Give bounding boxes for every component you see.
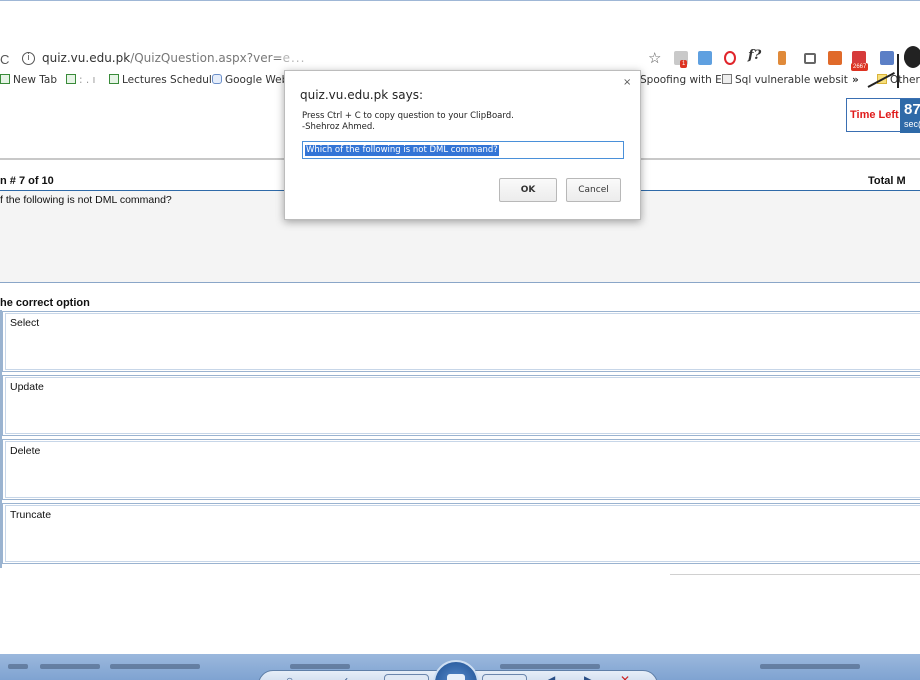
option-frame: Select: [5, 313, 920, 370]
close-icon[interactable]: ✕: [620, 673, 630, 680]
time-left-box: 87 sec(: [900, 99, 920, 133]
fb-icon[interactable]: [880, 51, 894, 65]
option-frame: Update: [5, 377, 920, 434]
cancel-button[interactable]: Cancel: [566, 178, 621, 202]
cursor-icon: [904, 46, 920, 68]
site-icon: [212, 74, 222, 84]
time-left-label: Time Left: [850, 109, 899, 121]
option-label: Truncate: [10, 509, 52, 521]
question-number: n # 7 of 10: [0, 175, 54, 187]
sheet-icon: [66, 74, 76, 84]
apps-icon: [0, 74, 10, 84]
time-left-value: 87: [904, 101, 920, 118]
option-label: Update: [10, 381, 44, 393]
time-left-unit: sec(: [904, 119, 920, 129]
taskbar-item[interactable]: [500, 664, 600, 669]
sheet-icon: [109, 74, 119, 84]
url-obscured: e...: [282, 51, 306, 65]
close-icon[interactable]: ×: [623, 77, 631, 88]
option-label: Select: [10, 317, 40, 329]
pdf-icon[interactable]: [698, 51, 712, 65]
opera-icon[interactable]: [724, 51, 736, 65]
forward-icon[interactable]: ▶: [584, 673, 593, 680]
bookmark-lectures-schedule[interactable]: Lectures Schedule: [109, 74, 218, 86]
back-icon[interactable]: ◀: [546, 673, 555, 680]
font-icon[interactable]: f?: [748, 48, 762, 63]
taskbar-item[interactable]: [110, 664, 200, 669]
camera-icon[interactable]: [804, 53, 816, 64]
bag-icon[interactable]: [828, 51, 842, 65]
bookmark-spoofing[interactable]: Spoofing with Et: [640, 74, 726, 86]
stop-icon: [447, 674, 465, 680]
bookmark-sql[interactable]: Sql vulnerable websit: [722, 74, 848, 86]
prev-icon[interactable]: ‹: [344, 673, 348, 680]
taskbar-item[interactable]: [760, 664, 860, 669]
dialog-title: quiz.vu.edu.pk says:: [300, 88, 423, 102]
mail-count: 2667: [851, 63, 869, 71]
option-frame: Delete: [5, 441, 920, 498]
bookmarks-overflow[interactable]: »: [852, 74, 859, 86]
total-marks-label: Total M: [868, 175, 906, 187]
reload-icon[interactable]: C: [0, 52, 12, 67]
taskbar-item[interactable]: [40, 664, 100, 669]
option-truncate[interactable]: Truncate: [2, 503, 920, 564]
option-label: Delete: [10, 445, 41, 457]
alert-dialog: quiz.vu.edu.pk says: × Press Ctrl + C to…: [284, 70, 641, 220]
bookmark-google-web[interactable]: Google Web: [212, 74, 288, 86]
ok-button[interactable]: OK: [499, 178, 557, 202]
info-icon[interactable]: i: [22, 52, 35, 65]
site-icon: [722, 74, 732, 84]
taskbar-item[interactable]: [8, 664, 28, 669]
search-icon[interactable]: ○: [286, 673, 293, 680]
ext-badge-count: 1: [680, 60, 688, 68]
url-text[interactable]: quiz.vu.edu.pk/QuizQuestion.aspx?ver=e..…: [42, 51, 305, 65]
option-update[interactable]: Update: [2, 375, 920, 436]
dialog-input[interactable]: Which of the following is not DML comman…: [302, 141, 624, 159]
question-text: f the following is not DML command?: [0, 194, 172, 206]
bookmark-obscured[interactable]: : . ı: [66, 74, 95, 86]
dialog-message: Press Ctrl + C to copy question to your …: [302, 111, 514, 132]
bookmark-star-icon[interactable]: ☆: [648, 49, 661, 67]
choose-option-label: he correct option: [0, 297, 90, 309]
dialog-input-selected-text: Which of the following is not DML comman…: [305, 145, 499, 156]
media-slot[interactable]: [482, 674, 527, 680]
media-slot[interactable]: [384, 674, 429, 680]
divider: [670, 574, 920, 575]
option-select[interactable]: Select: [2, 311, 920, 372]
address-bar[interactable]: C i quiz.vu.edu.pk/QuizQuestion.aspx?ver…: [0, 46, 920, 72]
taskbar-item[interactable]: [290, 664, 350, 669]
bookmark-new-tab[interactable]: New Tab: [0, 74, 57, 86]
tool-icon[interactable]: [778, 51, 786, 65]
time-left-widget: Time Left 87 sec(: [846, 98, 920, 133]
option-delete[interactable]: Delete: [2, 439, 920, 500]
url-path: /QuizQuestion.aspx?ver=: [130, 51, 283, 65]
window-top-border: [0, 0, 920, 1]
screen: C i quiz.vu.edu.pk/QuizQuestion.aspx?ver…: [0, 0, 920, 680]
url-host: quiz.vu.edu.pk: [42, 51, 131, 65]
cursor-line: [897, 54, 899, 88]
option-frame: Truncate: [5, 505, 920, 562]
